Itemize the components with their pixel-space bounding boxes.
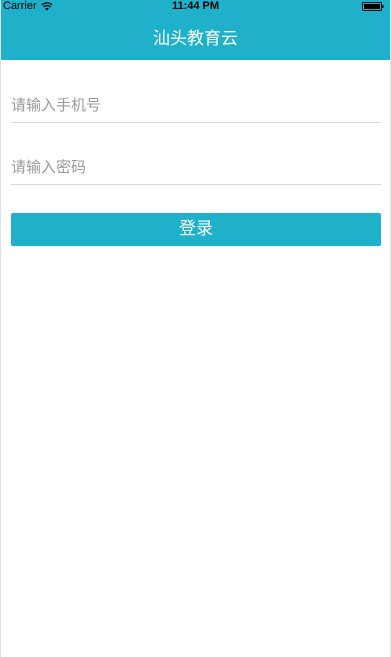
top-bar: Carrier 11:44 PM 汕头教育云 <box>1 0 390 60</box>
password-field <box>11 152 381 185</box>
page-title: 汕头教育云 <box>153 29 238 49</box>
phone-field <box>11 90 381 123</box>
login-button[interactable]: 登录 <box>11 213 381 246</box>
app-screen: Carrier 11:44 PM 汕头教育云 登录 <box>0 0 391 657</box>
battery-icon <box>362 2 384 11</box>
status-bar: Carrier 11:44 PM <box>1 0 390 14</box>
status-time: 11:44 PM <box>171 0 220 12</box>
phone-input[interactable] <box>11 90 381 120</box>
password-input[interactable] <box>11 152 381 182</box>
